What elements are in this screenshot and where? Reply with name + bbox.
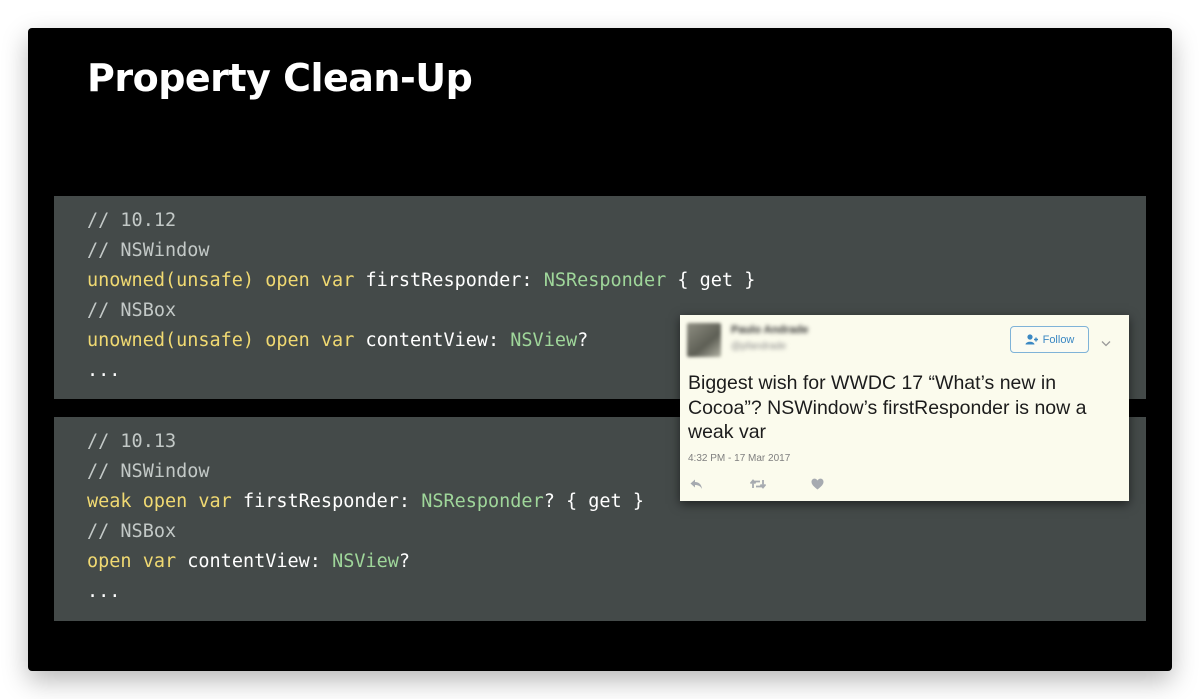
code-token: NSView (332, 551, 399, 572)
code-token: NSResponder (421, 491, 544, 512)
code-token: ... (87, 581, 121, 602)
like-icon[interactable] (811, 477, 824, 495)
code-token: ? (398, 551, 411, 572)
code-token: ? (577, 330, 589, 351)
tweet-timestamp[interactable]: 4:32 PM - 17 Mar 2017 (688, 453, 790, 464)
tweet-author-handle[interactable]: @pfandrade (731, 341, 801, 352)
code-token: unowned(unsafe) (87, 270, 255, 291)
code-line: ... (87, 577, 1146, 607)
code-token: NSView (510, 330, 578, 351)
follow-button[interactable]: Follow (1010, 326, 1089, 353)
code-token: // 10.12 (87, 210, 177, 231)
slide-title: Property Clean-Up (87, 56, 473, 100)
code-line: // NSWindow (87, 236, 1146, 266)
code-token: ? { get } (543, 491, 644, 512)
code-token: open (265, 330, 310, 351)
tweet-text: Biggest wish for WWDC 17 “What’s new in … (688, 372, 1087, 443)
code-token: firstResponder: (231, 491, 422, 512)
code-token: var (198, 491, 232, 512)
code-token: // NSBox (87, 521, 177, 542)
code-token: // NSWindow (87, 461, 210, 482)
reply-icon[interactable] (689, 477, 703, 495)
code-line: // 10.12 (87, 206, 1146, 236)
retweet-icon[interactable] (749, 477, 767, 495)
follow-button-label: Follow (1042, 333, 1075, 346)
code-token: firstResponder: (354, 270, 544, 291)
code-token: // 10.13 (87, 431, 177, 452)
code-token: open (142, 491, 188, 512)
code-token: // NSBox (87, 300, 177, 321)
code-token: var (320, 270, 355, 291)
code-line: open var contentView: NSView? (87, 547, 1146, 577)
code-token: var (320, 330, 355, 351)
tweet-card[interactable]: Paulo Andrade @pfandrade Follow Biggest … (680, 315, 1129, 501)
code-token: open (265, 270, 310, 291)
code-token: { get } (666, 270, 756, 291)
code-token: var (142, 551, 177, 572)
code-line: // NSBox (87, 517, 1146, 547)
code-token: weak (87, 491, 132, 512)
avatar[interactable] (687, 323, 721, 357)
code-token: NSResponder (543, 270, 667, 291)
code-token: unowned(unsafe) (87, 330, 255, 351)
code-token: open (87, 551, 132, 572)
code-token: contentView: (176, 551, 333, 572)
chevron-down-icon[interactable] (1101, 334, 1111, 352)
code-line: unowned(unsafe) open var firstResponder:… (87, 266, 1146, 296)
code-token: contentView: (354, 330, 511, 351)
person-add-icon (1025, 334, 1039, 345)
tweet-author-name[interactable]: Paulo Andrade (731, 324, 841, 336)
code-token: ... (87, 360, 121, 381)
code-token: // NSWindow (87, 240, 210, 261)
